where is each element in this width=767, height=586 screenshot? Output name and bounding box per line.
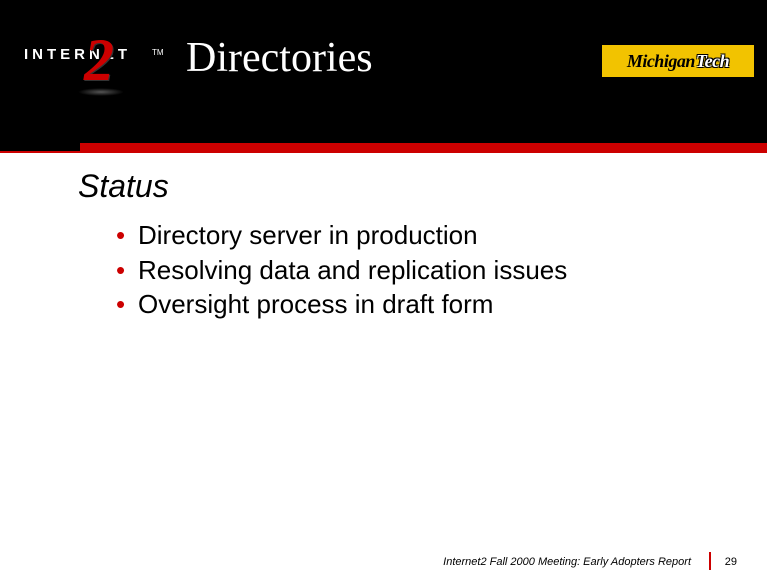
michigantech-logo-part2: Tech [696,51,729,72]
internet2-logo-tm: TM [152,48,164,57]
accent-divider-left [0,143,80,153]
list-item: Directory server in production [116,219,727,252]
bullet-list: Directory server in production Resolving… [116,219,727,321]
internet2-logo: INTERNET 2 TM [24,34,164,104]
content-area: Status Directory server in production Re… [78,168,727,323]
internet2-logo-number: 2 [84,30,114,90]
slide: INTERNET 2 TM Directories MichiganTech S… [0,0,767,586]
michigantech-logo-part1: Michigan [627,51,695,72]
accent-divider-right [80,143,767,153]
header-bar: INTERNET 2 TM Directories MichiganTech [0,0,767,146]
list-item: Oversight process in draft form [116,288,727,321]
footer-page-number: 29 [725,556,737,568]
footer-text: Internet2 Fall 2000 Meeting: Early Adopt… [443,556,691,568]
slide-title: Directories [186,34,373,82]
content-subtitle: Status [78,168,727,205]
internet2-logo-word: INTERNET [24,46,131,63]
footer: Internet2 Fall 2000 Meeting: Early Adopt… [0,552,767,568]
michigantech-logo: MichiganTech [601,44,755,78]
internet2-logo-shadow [78,88,124,96]
accent-divider [0,143,767,153]
footer-divider [709,552,711,570]
list-item: Resolving data and replication issues [116,254,727,287]
